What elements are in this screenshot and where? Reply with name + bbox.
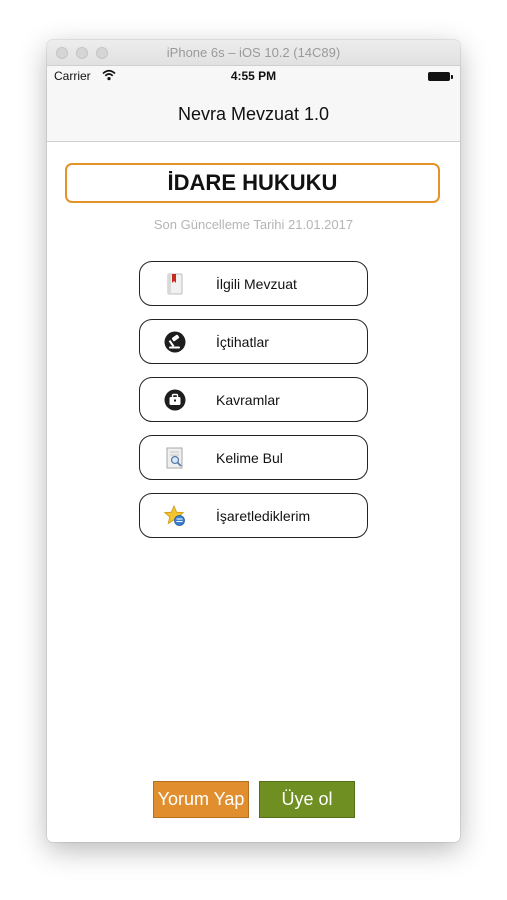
menu-button-ilgili-mevzuat[interactable]: İlgili Mevzuat (139, 261, 368, 306)
menu-button-kavramlar[interactable]: Kavramlar (139, 377, 368, 422)
book-icon (167, 273, 183, 295)
last-update-label: Son Güncelleme Tarihi 21.01.2017 (153, 217, 354, 232)
menu-label: İçtihatlar (216, 334, 269, 350)
battery-icon (428, 72, 453, 81)
section-title-box: İDARE HUKUKU (65, 163, 440, 203)
star-bookmark-icon (164, 505, 185, 526)
menu-label: İlgili Mevzuat (216, 276, 297, 292)
menu-button-kelime-bul[interactable]: Kelime Bul (139, 435, 368, 480)
status-time: 4:55 PM (230, 69, 277, 83)
menu-button-isaretlediklerim[interactable]: İşaretlediklerim (139, 493, 368, 538)
menu-label: Kelime Bul (216, 450, 283, 466)
window-titlebar: iPhone 6s – iOS 10.2 (14C89) (47, 40, 460, 66)
section-title: İDARE HUKUKU (167, 170, 338, 195)
briefcase-icon (164, 389, 186, 411)
status-bar: Carrier 4:55 PM (47, 66, 460, 86)
menu-label: İşaretlediklerim (216, 508, 311, 524)
menu-label: Kavramlar (216, 392, 280, 408)
gavel-icon (164, 331, 186, 353)
navigation-bar: Nevra Mevzuat 1.0 (47, 86, 460, 142)
register-button[interactable]: Üye ol (259, 781, 355, 818)
simulator-window: iPhone 6s – iOS 10.2 (14C89) Carrier 4:5… (47, 40, 460, 842)
search-document-icon (166, 447, 183, 469)
comment-button[interactable]: Yorum Yap (153, 781, 249, 818)
nav-title: Nevra Mevzuat 1.0 (177, 104, 330, 124)
menu-button-ictihatlar[interactable]: İçtihatlar (139, 319, 368, 364)
window-title: iPhone 6s – iOS 10.2 (14C89) (166, 45, 341, 60)
